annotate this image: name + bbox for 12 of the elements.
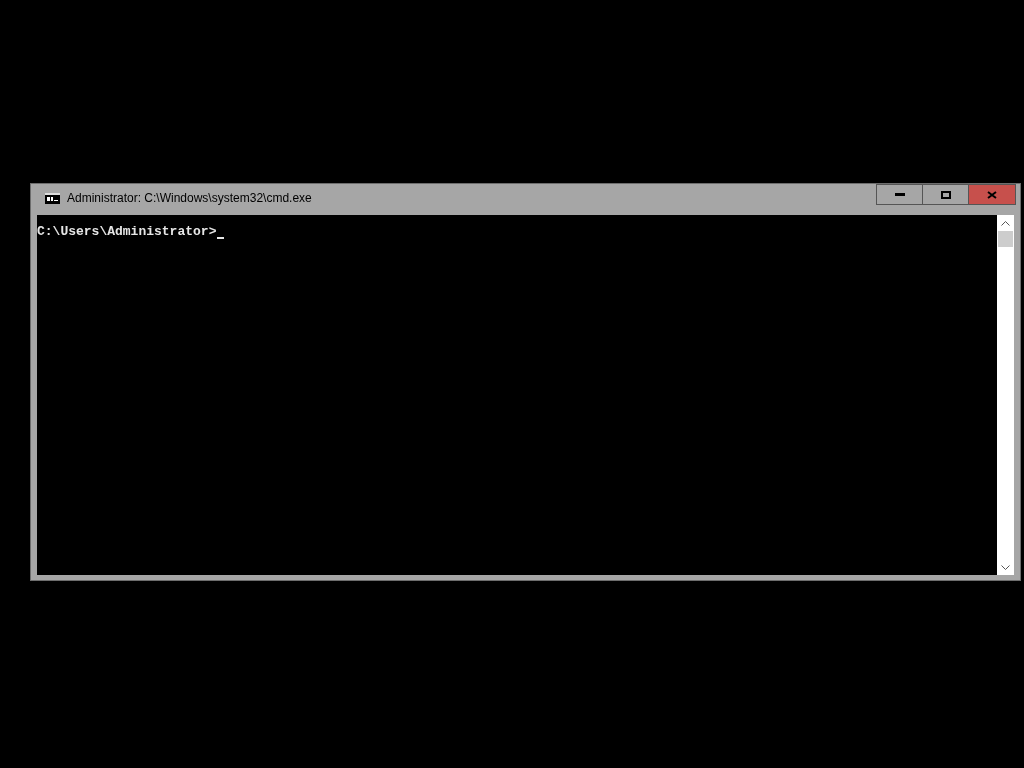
chevron-up-icon bbox=[1001, 220, 1010, 226]
close-icon bbox=[987, 190, 997, 199]
minimize-button[interactable] bbox=[876, 184, 922, 205]
command-prompt: C:\Users\Administrator> bbox=[37, 224, 217, 240]
chevron-down-icon bbox=[1001, 564, 1010, 570]
window-title: Administrator: C:\Windows\system32\cmd.exe bbox=[67, 190, 312, 207]
close-button[interactable] bbox=[968, 184, 1016, 205]
maximize-button[interactable] bbox=[922, 184, 968, 205]
minimize-icon bbox=[894, 193, 905, 196]
scroll-thumb[interactable] bbox=[998, 231, 1013, 247]
maximize-icon bbox=[940, 190, 951, 199]
console-app-icon bbox=[45, 192, 60, 204]
